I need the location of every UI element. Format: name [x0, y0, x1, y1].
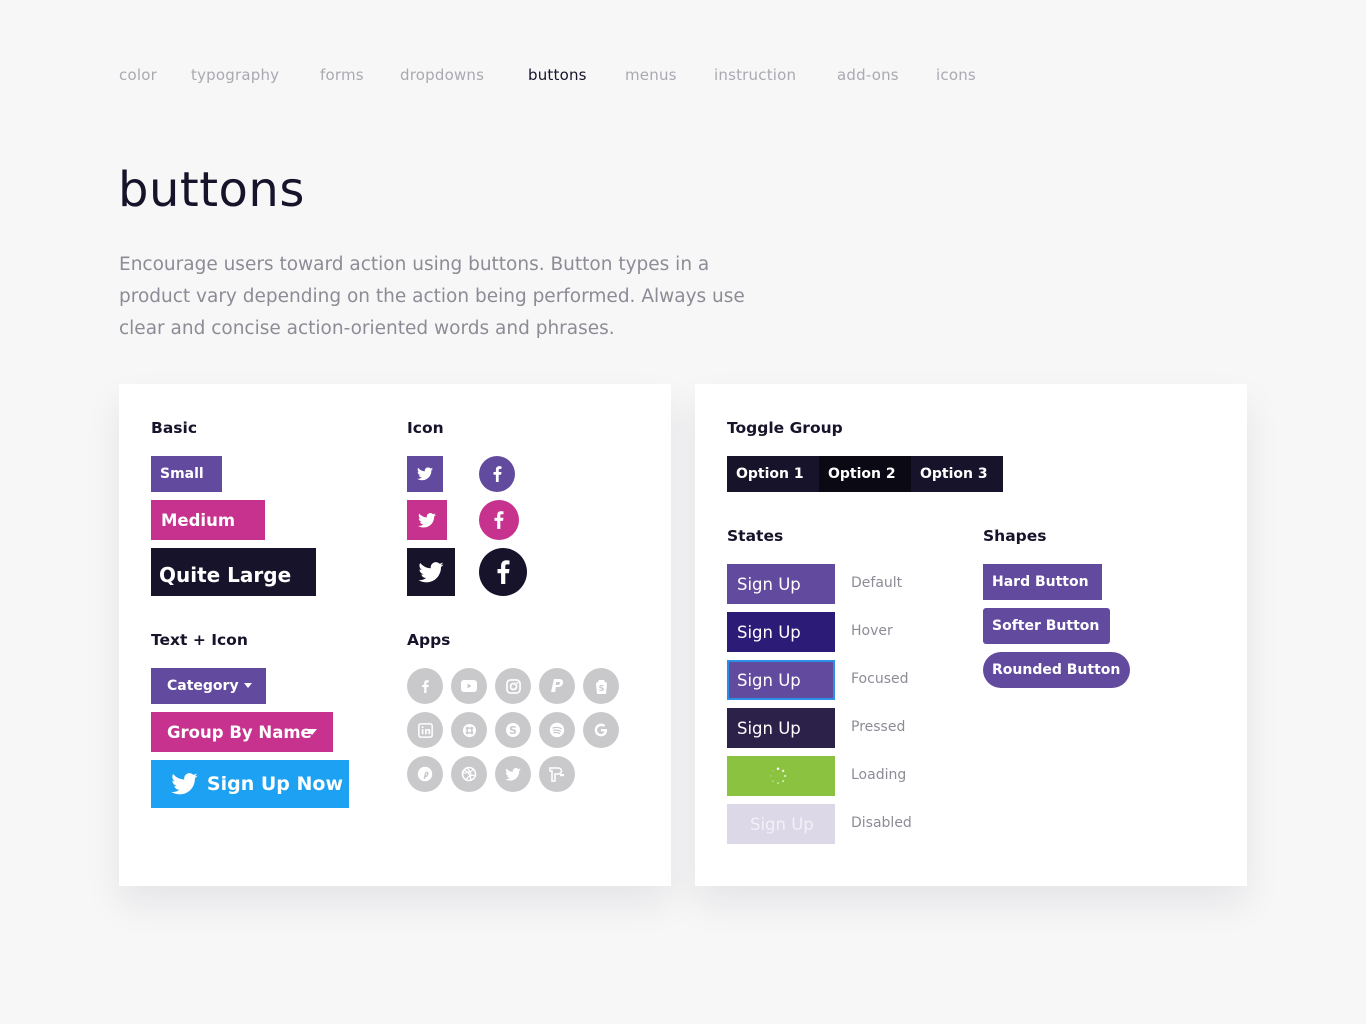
signup-disabled-button: Sign Up	[727, 804, 835, 844]
dropbox-paper-app-button[interactable]	[539, 756, 575, 792]
state-label-loading: Loading	[851, 767, 907, 783]
google-app-button[interactable]	[583, 712, 619, 748]
skype-icon: S	[506, 723, 520, 737]
loading-spinner-icon	[770, 767, 787, 785]
pinterest-icon	[417, 766, 433, 782]
dribbble-app-button[interactable]	[451, 756, 487, 792]
text-icon-heading: Text + Icon	[151, 631, 248, 649]
facebook-round-button-large[interactable]	[479, 548, 527, 596]
icon-heading: Icon	[407, 419, 444, 437]
medium-button[interactable]: Medium	[151, 500, 265, 540]
nav-item-color[interactable]: color	[119, 66, 157, 84]
twitter-icon	[418, 512, 436, 528]
slack-app-button[interactable]	[451, 712, 487, 748]
twitter-square-button-medium[interactable]	[407, 500, 447, 540]
category-label: Category	[167, 678, 239, 694]
twitter-icon	[417, 467, 433, 481]
signup-loading-button[interactable]	[727, 756, 835, 796]
twitter-signup-button[interactable]: Sign Up Now	[151, 760, 349, 808]
paypal-app-button[interactable]	[539, 668, 575, 704]
spotify-app-button[interactable]	[539, 712, 575, 748]
twitter-square-button-small[interactable]	[407, 456, 443, 492]
facebook-round-button-medium[interactable]	[479, 500, 519, 540]
nav-item-dropdowns[interactable]: dropdowns	[400, 66, 484, 84]
twitter-icon	[418, 561, 444, 582]
hard-button[interactable]: Hard Button	[983, 564, 1102, 600]
nav-item-buttons[interactable]: buttons	[528, 66, 587, 84]
states-heading: States	[727, 527, 784, 545]
twitter-square-button-large[interactable]	[407, 548, 455, 596]
signup-pressed-button[interactable]: Sign Up	[727, 708, 835, 748]
shopify-icon: S	[595, 679, 607, 694]
signup-default-button[interactable]: Sign Up	[727, 564, 835, 604]
nav-item-menus[interactable]: menus	[625, 66, 677, 84]
page-title: buttons	[118, 162, 305, 218]
caret-down-icon	[244, 683, 252, 688]
shapes-heading: Shapes	[983, 527, 1047, 545]
facebook-app-button[interactable]	[407, 668, 443, 704]
nav-item-icons[interactable]: icons	[936, 66, 976, 84]
instagram-app-button[interactable]	[495, 668, 531, 704]
apps-heading: Apps	[407, 631, 451, 649]
state-label-focused: Focused	[851, 671, 909, 687]
nav-item-typography[interactable]: typography	[191, 66, 279, 84]
facebook-icon	[421, 679, 429, 693]
facebook-icon	[493, 466, 501, 482]
twitter-icon	[505, 767, 521, 781]
signup-hover-button[interactable]: Sign Up	[727, 612, 835, 652]
skype-app-button[interactable]: S	[495, 712, 531, 748]
state-label-disabled: Disabled	[851, 815, 912, 831]
group-by-label: Group By Name	[167, 722, 312, 742]
twitter-icon	[171, 773, 198, 795]
slack-icon	[462, 723, 476, 737]
toggle-option-1[interactable]: Option 1	[727, 456, 819, 492]
pinterest-app-button[interactable]	[407, 756, 443, 792]
dribbble-icon	[461, 766, 477, 782]
toggle-group-heading: Toggle Group	[727, 419, 843, 437]
nav-item-instruction[interactable]: instruction	[714, 66, 796, 84]
page-intro: Encourage users toward action using butt…	[119, 254, 745, 339]
signup-focused-button[interactable]: Sign Up	[727, 660, 835, 700]
nav-item-add-ons[interactable]: add-ons	[837, 66, 899, 84]
signup-now-label: Sign Up Now	[206, 773, 343, 795]
basic-heading: Basic	[151, 419, 198, 437]
facebook-icon	[497, 560, 509, 584]
linkedin-icon	[417, 722, 433, 738]
facebook-round-button-small[interactable]	[479, 456, 515, 492]
toggle-option-3[interactable]: Option 3	[911, 456, 1003, 492]
dropbox-paper-icon	[549, 766, 564, 782]
state-label-default: Default	[851, 575, 903, 591]
state-label-hover: Hover	[851, 623, 893, 639]
large-button[interactable]: Quite Large	[151, 548, 316, 596]
instagram-icon	[505, 678, 521, 694]
youtube-icon	[461, 680, 477, 692]
small-button[interactable]: Small	[151, 456, 222, 492]
google-icon	[594, 723, 608, 737]
toggle-option-2[interactable]: Option 2	[819, 456, 911, 492]
group-by-dropdown-button[interactable]: Group By Name	[151, 712, 333, 752]
caret-down-icon	[307, 729, 317, 735]
svg-text:S: S	[598, 684, 604, 693]
spotify-icon	[549, 722, 565, 738]
rounded-button[interactable]: Rounded Button	[983, 652, 1130, 688]
nav-item-forms[interactable]: forms	[320, 66, 364, 84]
youtube-app-button[interactable]	[451, 668, 487, 704]
category-dropdown-button[interactable]: Category	[151, 668, 266, 704]
twitter-app-button[interactable]	[495, 756, 531, 792]
linkedin-app-button[interactable]	[407, 712, 443, 748]
softer-button[interactable]: Softer Button	[983, 608, 1110, 644]
svg-text:S: S	[509, 724, 517, 737]
toggle-group: Option 1 Option 2 Option 3	[727, 456, 1003, 492]
state-label-pressed: Pressed	[851, 719, 906, 735]
shopify-app-button[interactable]: S	[583, 668, 619, 704]
paypal-icon	[550, 678, 563, 692]
facebook-icon	[494, 511, 504, 529]
